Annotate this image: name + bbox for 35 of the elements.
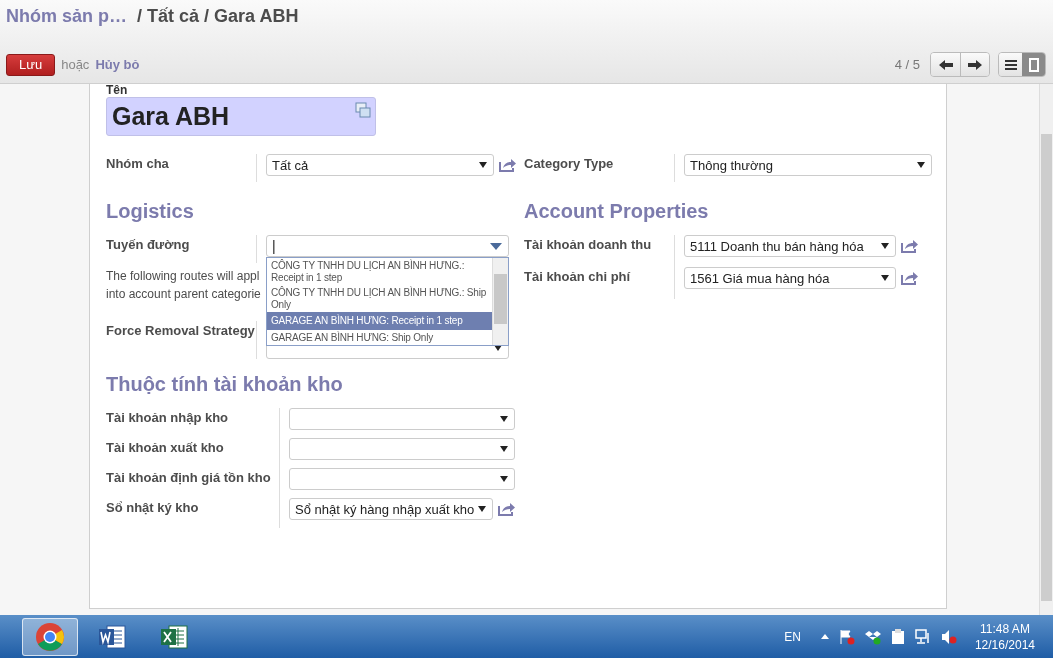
field-label: Tài khoản nhập kho (106, 408, 280, 438)
help-text: into account parent categorie (106, 286, 262, 303)
clock-date[interactable]: 12/16/2014 (974, 636, 1035, 653)
field-label: Tài khoản xuất kho (106, 438, 280, 468)
select-field[interactable]: Tất cả (266, 154, 494, 176)
select-field[interactable]: 5111 Doanh thu bán hàng hóa (684, 235, 896, 257)
field-label: Tài khoản chi phí (524, 267, 675, 299)
select-field[interactable]: Thông thường (684, 154, 932, 176)
field-label: Tài khoản doanh thu (524, 235, 675, 267)
pager-counter: 4 / 5 (894, 57, 920, 72)
help-text: The following routes will appl (106, 268, 261, 285)
section-heading: Thuộc tính tài khoản kho (106, 373, 344, 396)
field-label: Sổ nhật ký kho (106, 498, 280, 528)
field-label: Nhóm cha (106, 154, 257, 182)
select-field[interactable]: 1561 Giá mua hàng hóa (684, 267, 896, 289)
breadcrumb-current: / Tất cả / Gara ABH (137, 6, 299, 27)
section-heading: Logistics (106, 200, 195, 223)
routes-field[interactable]: | (266, 235, 509, 257)
field-label: Tuyến đường (106, 235, 257, 263)
dropdown-option[interactable]: CÔNG TY TNHH DU LỊCH AN BÌNH HƯNG.: Receipt in 1 step (267, 258, 492, 285)
save-button[interactable]: Lưu (6, 53, 56, 76)
dropdown-option[interactable]: GARAGE AN BÌNH HƯNG: Ship Only (267, 330, 492, 345)
name-field[interactable]: Gara ABH (106, 97, 376, 136)
dropdown-option[interactable]: CÔNG TY TNHH DU LỊCH AN BÌNH HƯNG.: Ship Only (267, 285, 492, 312)
clock-time[interactable]: 11:48 AM (980, 620, 1030, 637)
language-indicator[interactable]: EN (784, 629, 801, 644)
dropdown-option[interactable]: GARAGE AN BÌNH HƯNG: Receipt in 1 step (267, 312, 492, 330)
or-text: hoặc (61, 57, 90, 72)
field-label: Tài khoản định giá tồn kho (106, 468, 280, 498)
field-label: Force Removal Strategy (106, 321, 257, 359)
section-heading: Account Properties (524, 200, 710, 223)
select-field[interactable]: Sổ nhật ký hàng nhập xuất kho (289, 498, 493, 520)
field-label: Tên (106, 84, 129, 97)
breadcrumb-link[interactable]: Nhóm sản p… (6, 6, 127, 27)
field-label: Category Type (524, 154, 675, 182)
